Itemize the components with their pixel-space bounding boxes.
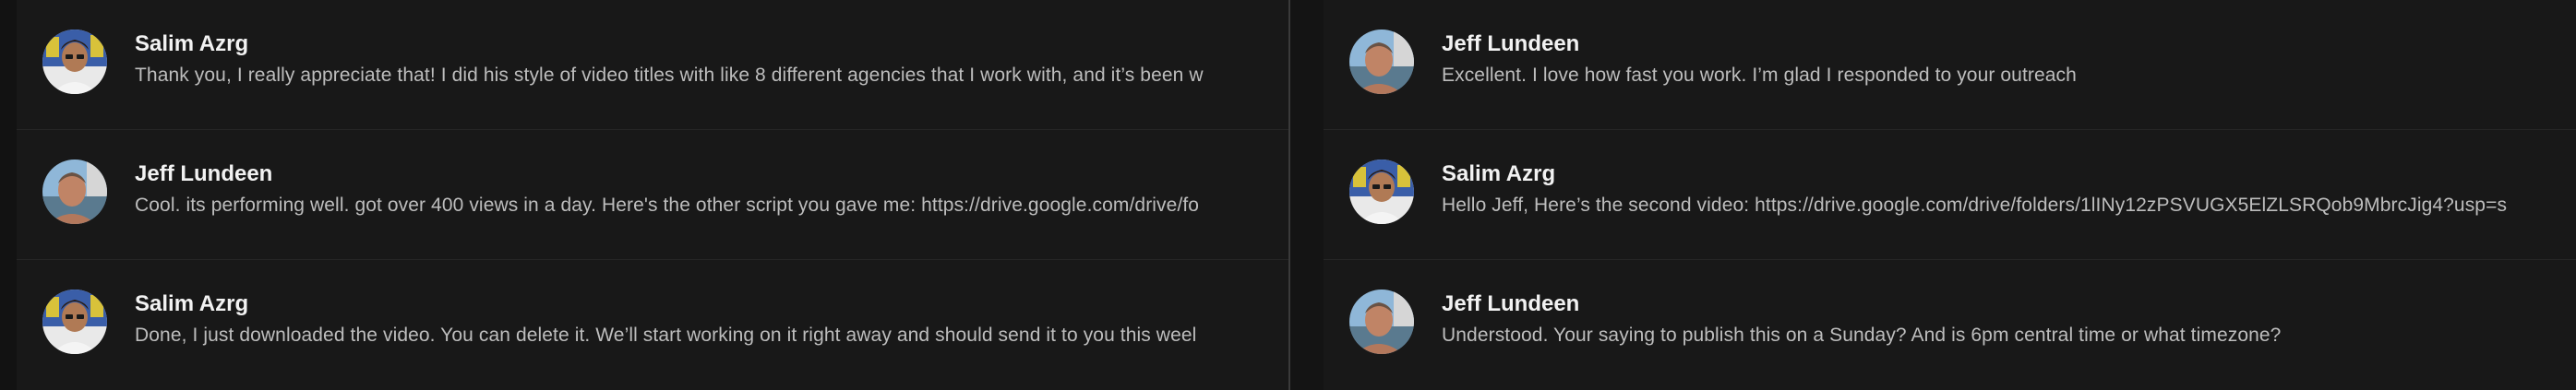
message-text: Cool. its performing well. got over 400 …	[135, 195, 1200, 216]
message-text: Done, I just downloaded the video. You c…	[135, 325, 1197, 346]
message-item[interactable]: Jeff Lundeen Understood. Your saying to …	[1324, 260, 2576, 389]
sender-name: Salim Azrg	[135, 291, 249, 316]
message-item[interactable]: Salim Azrg Hello Jeff, Here’s the second…	[1324, 130, 2576, 259]
sender-name: Jeff Lundeen	[1442, 291, 1580, 316]
message-text: Excellent. I love how fast you work. I’m…	[1442, 65, 2077, 86]
message-text: Understood. Your saying to publish this …	[1442, 325, 2282, 346]
chat-viewer: Salim Azrg Thank you, I really appreciat…	[0, 0, 2576, 390]
salim-avatar[interactable]	[1349, 160, 1414, 224]
jeff-avatar[interactable]	[1349, 290, 1414, 354]
sender-name: Salim Azrg	[1442, 161, 1556, 186]
right-gutter	[1290, 0, 1324, 390]
salim-avatar[interactable]	[42, 30, 107, 94]
message-item[interactable]: Salim Azrg Thank you, I really appreciat…	[17, 0, 1288, 129]
jeff-avatar[interactable]	[42, 160, 107, 224]
sender-name: Salim Azrg	[135, 31, 249, 56]
message-text: Thank you, I really appreciate that! I d…	[135, 65, 1204, 86]
salim-avatar[interactable]	[42, 290, 107, 354]
sender-name: Jeff Lundeen	[135, 161, 273, 186]
left-message-pane: Salim Azrg Thank you, I really appreciat…	[0, 0, 1288, 390]
jeff-avatar[interactable]	[1349, 30, 1414, 94]
right-message-pane: Jeff Lundeen Excellent. I love how fast …	[1290, 0, 2576, 390]
message-text: Hello Jeff, Here’s the second video: htt…	[1442, 195, 2508, 216]
message-item[interactable]: Salim Azrg Done, I just downloaded the v…	[17, 260, 1288, 389]
left-gutter	[0, 0, 17, 390]
message-item[interactable]: Jeff Lundeen Cool. its performing well. …	[17, 130, 1288, 259]
sender-name: Jeff Lundeen	[1442, 31, 1580, 56]
message-item[interactable]: Jeff Lundeen Excellent. I love how fast …	[1324, 0, 2576, 129]
